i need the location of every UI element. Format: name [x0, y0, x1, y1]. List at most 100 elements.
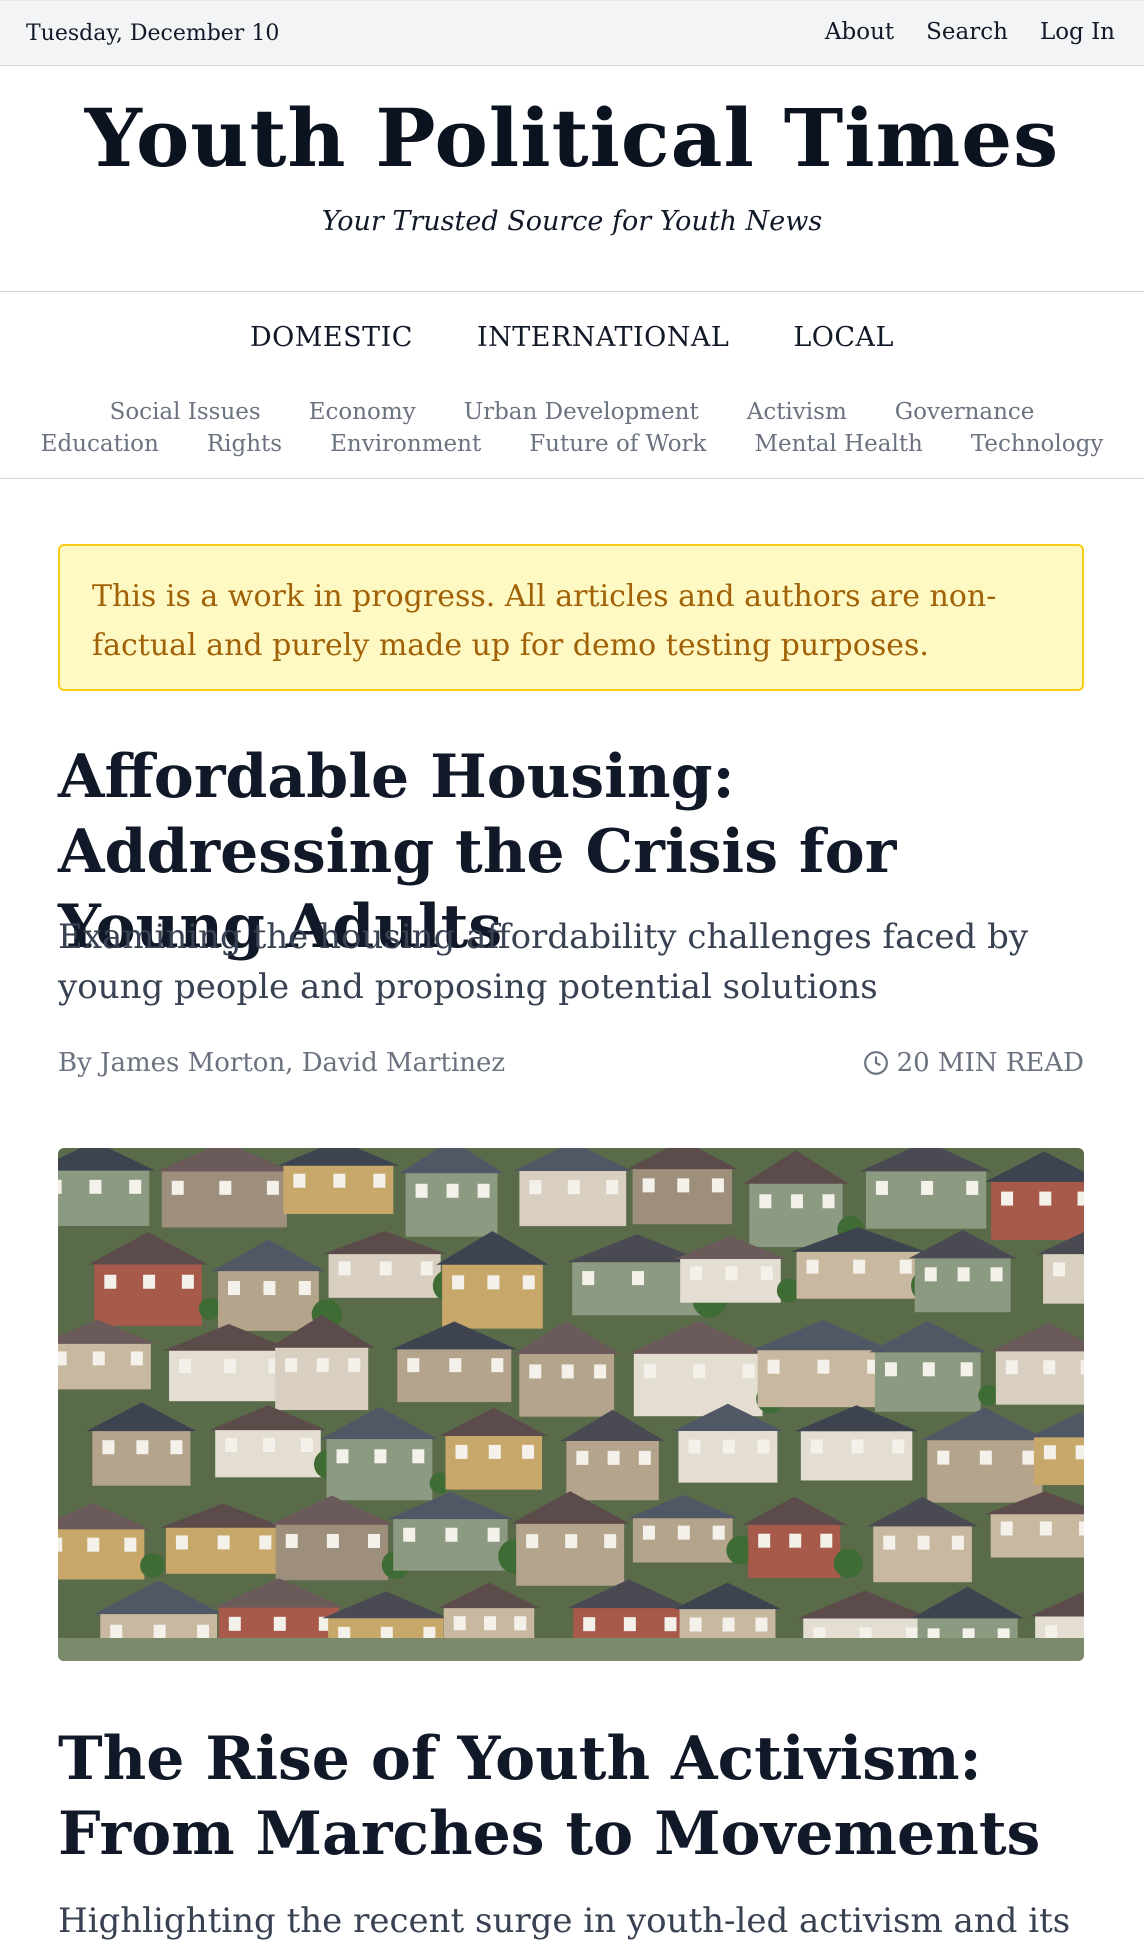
about-link[interactable]: About [825, 19, 894, 45]
nav-local[interactable]: LOCAL [793, 322, 894, 353]
house-window [130, 1351, 143, 1366]
house-wall [215, 1428, 321, 1478]
house-window [643, 1364, 656, 1379]
search-link[interactable]: Search [926, 19, 1008, 45]
house-window [526, 1534, 539, 1549]
house-window [338, 1261, 351, 1276]
topic-social-issues[interactable]: Social Issues [110, 398, 261, 426]
house-wall [757, 1347, 888, 1408]
house-window [1045, 1625, 1058, 1640]
house-window [407, 1358, 420, 1373]
house-window [917, 1535, 930, 1550]
house-window [875, 1180, 888, 1195]
house-wall [393, 1517, 508, 1571]
nav-international[interactable]: INTERNATIONAL [477, 322, 729, 353]
topic-education[interactable]: Education [41, 430, 159, 458]
nav-domestic[interactable]: DOMESTIC [250, 322, 413, 353]
house-wall [58, 1527, 145, 1580]
house-window [567, 1180, 580, 1195]
house-window [883, 1535, 896, 1550]
house-window [143, 1274, 156, 1289]
topic-activism[interactable]: Activism [747, 398, 847, 426]
house-window [1075, 1445, 1084, 1460]
house-window [415, 1183, 428, 1198]
house-window [767, 1359, 780, 1374]
topic-technology[interactable]: Technology [971, 430, 1103, 458]
house-wall [873, 1524, 972, 1583]
house-window [87, 1537, 100, 1552]
topic-economy[interactable]: Economy [309, 398, 416, 426]
masthead: Youth Political Times Your Trusted Sourc… [0, 66, 1144, 292]
clock-icon [863, 1051, 888, 1075]
top-utility-bar: Tuesday, December 10 About Search Log In [0, 0, 1144, 66]
utility-links: About Search Log In [825, 19, 1115, 45]
house-window [262, 1438, 275, 1453]
house-window [820, 1533, 833, 1548]
topic-environment[interactable]: Environment [330, 430, 481, 458]
house-window [175, 1535, 188, 1550]
house-window [477, 1183, 490, 1198]
topic-urban-development[interactable]: Urban Development [464, 398, 699, 426]
tree [833, 1548, 863, 1578]
house-window [300, 1438, 313, 1453]
house-window [171, 1180, 184, 1195]
house-wall [165, 1525, 280, 1574]
house-window [688, 1439, 701, 1454]
house-window [285, 1358, 298, 1373]
house-wall [326, 1436, 433, 1501]
topic-future-of-work[interactable]: Future of Work [529, 430, 706, 458]
house-window [951, 1535, 964, 1550]
house-window [445, 1527, 458, 1542]
house-wall [442, 1262, 543, 1329]
house-window [129, 1179, 142, 1194]
house-wall [633, 1351, 763, 1417]
house-window [957, 1267, 970, 1282]
house-window [102, 1440, 115, 1455]
house-window [110, 1624, 123, 1639]
house-wall [275, 1345, 369, 1411]
house-window [170, 1440, 183, 1455]
topic-rights[interactable]: Rights [207, 430, 282, 458]
house-window [522, 1275, 535, 1290]
house-window [689, 1617, 702, 1632]
topic-governance[interactable]: Governance [895, 398, 1035, 426]
house-window [228, 1281, 241, 1296]
house-window [853, 1259, 866, 1274]
house-wall [749, 1181, 843, 1247]
house-window [452, 1275, 465, 1290]
house-window [58, 1537, 63, 1552]
article-hero-image[interactable] [58, 1148, 1084, 1661]
login-link[interactable]: Log In [1040, 19, 1115, 45]
house-window [529, 1180, 542, 1195]
house-window [921, 1180, 934, 1195]
house-window [58, 1179, 62, 1194]
site-tagline: Your Trusted Source for Youth News [321, 206, 823, 237]
house-window [604, 1534, 617, 1549]
site-logo[interactable]: Youth Political Times [0, 98, 1144, 178]
house-wall [92, 1428, 191, 1486]
tree [140, 1553, 165, 1578]
house-window [92, 1351, 105, 1366]
house-window [758, 1533, 771, 1548]
house-window [487, 1275, 500, 1290]
house-window [153, 1624, 166, 1639]
house-window [722, 1617, 735, 1632]
house-window [453, 1616, 466, 1631]
house-wall [991, 1179, 1084, 1240]
house-wall [169, 1348, 289, 1402]
house-window [455, 1444, 468, 1459]
topic-mental-health[interactable]: Mental Health [754, 430, 922, 458]
read-time: 20 MIN READ [863, 1048, 1084, 1078]
house-window [789, 1533, 802, 1548]
house-window [884, 1362, 897, 1377]
house-window [446, 1183, 459, 1198]
house-window [179, 1359, 192, 1374]
house-wall [995, 1349, 1084, 1405]
house-window [565, 1534, 578, 1549]
house-window [228, 1616, 241, 1631]
house-window [693, 1364, 706, 1379]
article-title-2[interactable]: The Rise of Youth Activism: From Marches… [58, 1722, 1098, 1872]
house-window [374, 1449, 387, 1464]
house-window [89, 1179, 102, 1194]
house-wall [58, 1168, 150, 1226]
